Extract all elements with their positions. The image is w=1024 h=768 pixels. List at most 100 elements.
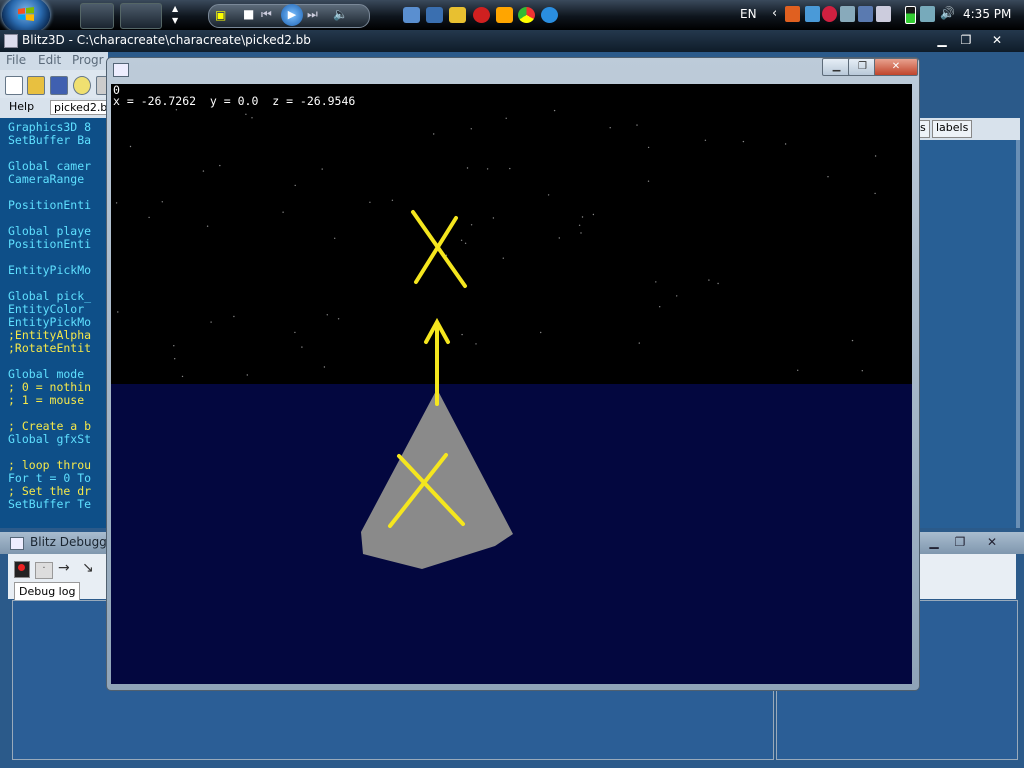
- switch-windows-icon[interactable]: [426, 7, 443, 23]
- star: [502, 257, 504, 259]
- code-line: ;RotateEntit: [8, 341, 92, 355]
- star: [580, 232, 582, 234]
- aim-icon[interactable]: [496, 7, 513, 23]
- 3d-scene: [111, 84, 912, 684]
- star: [797, 369, 799, 371]
- star: [461, 333, 463, 336]
- star: [638, 342, 640, 344]
- code-line: Global gfxSt: [8, 432, 92, 446]
- wifi-icon[interactable]: [920, 6, 935, 22]
- tab-help[interactable]: Help: [9, 100, 34, 113]
- tray-hardware-icon[interactable]: [876, 6, 891, 22]
- step-into-icon[interactable]: ↘: [82, 560, 98, 576]
- star: [475, 343, 477, 345]
- open-folder-icon[interactable]: [27, 76, 45, 95]
- antivirus-icon[interactable]: [473, 7, 490, 23]
- debugger-app-icon: [10, 537, 24, 550]
- debugger-title: Blitz Debugge: [30, 535, 115, 549]
- chrome-icon[interactable]: [518, 7, 535, 23]
- star: [609, 127, 611, 129]
- star: [708, 279, 710, 281]
- speaker-icon[interactable]: 🔊: [940, 6, 955, 20]
- game-close-icon[interactable]: ✕: [874, 58, 918, 76]
- tab-debug-log-label: Debug log: [19, 585, 76, 598]
- tray-display-icon[interactable]: [858, 6, 873, 22]
- maximize-icon[interactable]: ❐: [954, 33, 978, 48]
- star: [323, 366, 326, 368]
- internet-explorer-icon[interactable]: [541, 7, 558, 23]
- start-button[interactable]: [2, 0, 50, 34]
- save-icon[interactable]: [50, 76, 68, 95]
- ide-title: Blitz3D - C:\characreate\characreate\pic…: [22, 33, 311, 47]
- tab-labels[interactable]: labels: [932, 120, 973, 138]
- star: [578, 224, 581, 226]
- previous-icon[interactable]: ⏮: [261, 7, 272, 22]
- battery-icon[interactable]: [905, 6, 916, 24]
- star: [827, 176, 829, 178]
- star: [874, 155, 877, 157]
- star: [717, 282, 719, 285]
- star: [174, 358, 176, 360]
- step-over-icon[interactable]: →: [58, 560, 74, 576]
- desktop-icon[interactable]: [403, 7, 420, 23]
- star: [337, 318, 340, 320]
- stop-light-icon[interactable]: [14, 561, 30, 578]
- star: [161, 201, 163, 203]
- menu-edit[interactable]: Edit: [38, 53, 61, 67]
- next-icon[interactable]: ⏭: [307, 7, 318, 22]
- star: [294, 331, 296, 334]
- game-minimize-icon[interactable]: ▁: [822, 58, 851, 76]
- star: [321, 168, 323, 170]
- debugger-minimize-icon[interactable]: ▁: [922, 535, 946, 550]
- star: [492, 217, 495, 219]
- star: [553, 109, 556, 112]
- star: [655, 281, 657, 283]
- debugger-maximize-icon[interactable]: ❐: [948, 535, 972, 550]
- tray-network-icon[interactable]: [805, 6, 820, 22]
- star: [117, 311, 119, 313]
- coordinate-readout: 0 x = -26.7262 y = 0.0 z = -26.9546: [113, 84, 355, 107]
- menu-program[interactable]: Progr: [72, 53, 104, 67]
- tab-debug-log[interactable]: Debug log: [14, 582, 80, 601]
- debugger-close-icon[interactable]: ✕: [980, 535, 1004, 550]
- star: [210, 321, 212, 323]
- star: [251, 117, 253, 119]
- star: [547, 194, 550, 196]
- star: [466, 167, 469, 169]
- star: [470, 128, 472, 130]
- star: [294, 184, 296, 187]
- star: [115, 202, 118, 204]
- volume-icon[interactable]: 🔈: [333, 7, 348, 21]
- tray-security-icon[interactable]: [822, 6, 837, 22]
- code-line: SetBuffer Ba: [8, 133, 92, 147]
- play-icon[interactable]: ▶: [281, 4, 303, 26]
- media-icon[interactable]: [449, 7, 466, 23]
- media-library-icon[interactable]: ▣: [215, 8, 226, 22]
- lightbulb-icon[interactable]: [73, 76, 91, 95]
- stop-icon[interactable]: ■: [243, 7, 254, 21]
- tray-app-icon[interactable]: [785, 6, 800, 22]
- star: [861, 370, 863, 372]
- game-maximize-icon[interactable]: ❐: [848, 58, 877, 76]
- star: [246, 374, 248, 376]
- star: [647, 180, 650, 182]
- side-panel-tabs: s labels: [916, 118, 1020, 140]
- star: [592, 213, 595, 216]
- red-light-icon: [18, 564, 25, 571]
- taskbar-calculator-button[interactable]: [120, 3, 162, 29]
- minimize-icon[interactable]: ▁: [930, 33, 954, 48]
- code-editor[interactable]: Graphics3D 8 SetBuffer Ba Global camer Came…: [0, 118, 108, 528]
- menu-file[interactable]: File: [6, 53, 26, 67]
- show-hidden-icons-icon[interactable]: ‹: [772, 6, 777, 21]
- tab-picked2[interactable]: picked2.b: [50, 100, 112, 115]
- new-file-icon[interactable]: [5, 76, 23, 95]
- step-icon[interactable]: ·: [35, 562, 53, 579]
- language-indicator[interactable]: EN: [740, 7, 757, 21]
- taskbar-scroll-arrows[interactable]: ▲ ▼: [172, 3, 180, 27]
- side-panel-scrollbar[interactable]: [1016, 140, 1020, 528]
- close-icon[interactable]: ✕: [985, 33, 1009, 48]
- clock[interactable]: 4:35 PM: [963, 7, 1011, 21]
- 3d-viewport[interactable]: [111, 84, 912, 684]
- taskbar-window-button[interactable]: [80, 3, 114, 29]
- tray-device-icon[interactable]: [840, 6, 855, 22]
